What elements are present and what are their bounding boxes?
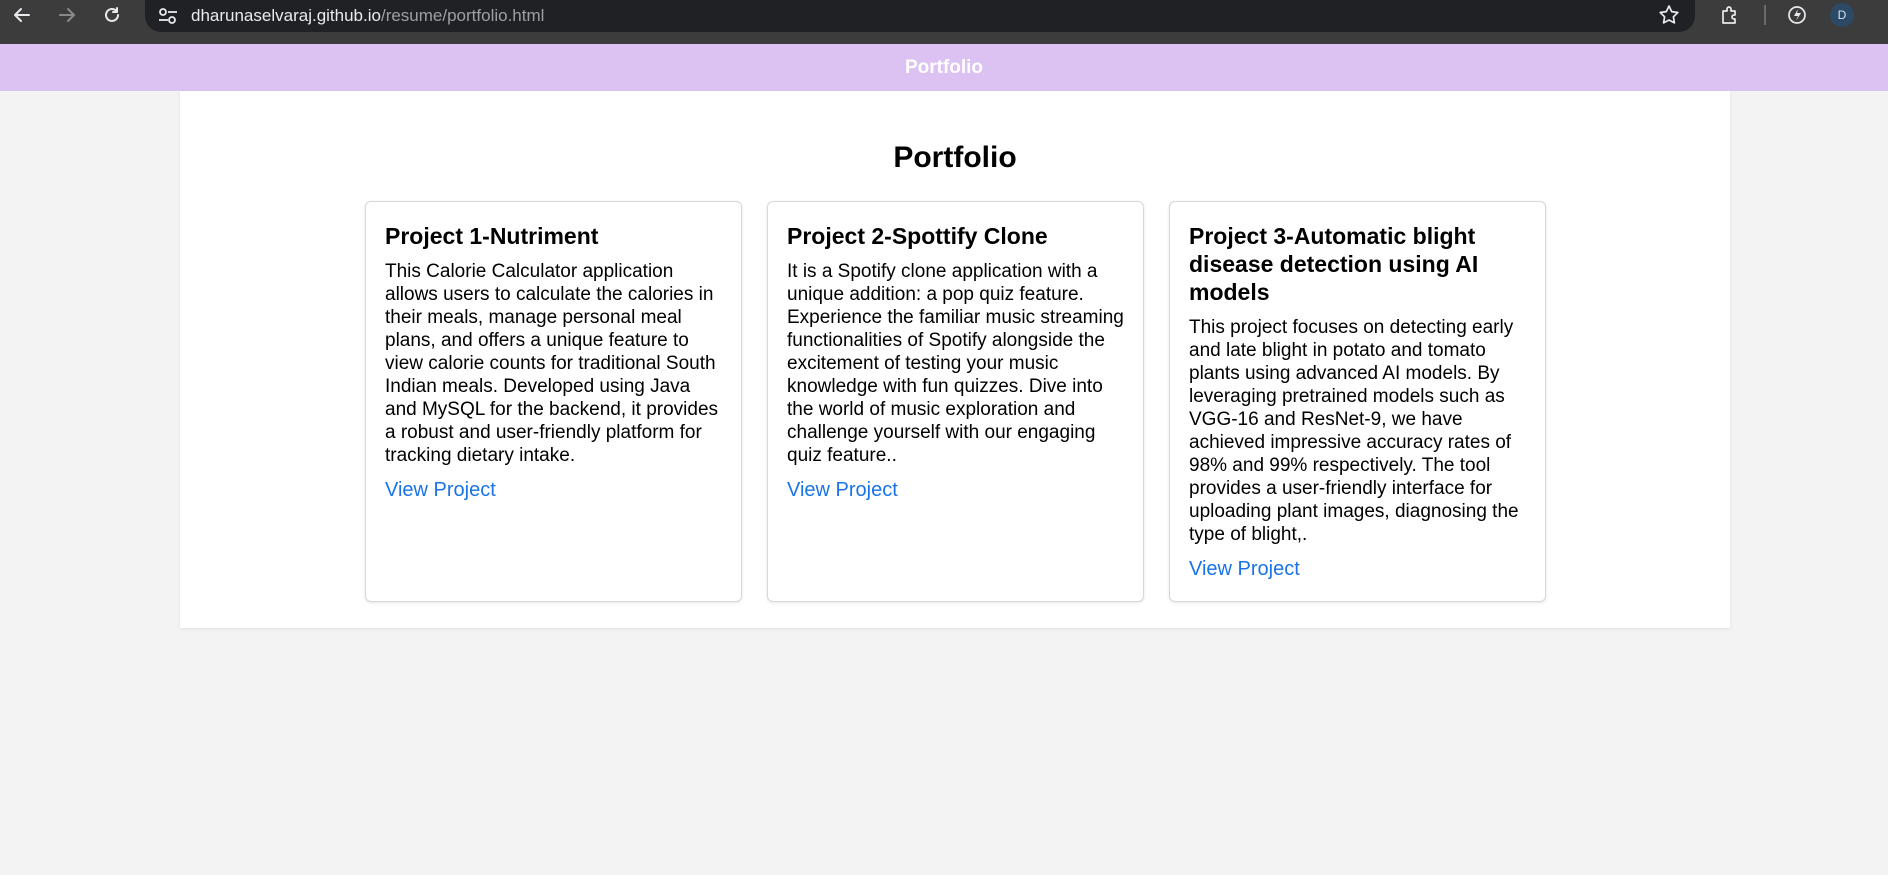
- header-title: Portfolio: [904, 56, 984, 78]
- url-path: /resume/portfolio.html: [380, 6, 545, 25]
- project-description: This project focuses on detecting early …: [1189, 317, 1519, 545]
- portfolio-section: Portfolio Project 1-Nutriment This Calor…: [180, 91, 1730, 628]
- project-title: Project 3-Automatic blight disease detec…: [1189, 223, 1479, 305]
- back-arrow-icon: [14, 8, 30, 22]
- project-description: This Calorie Calculator application allo…: [385, 261, 719, 466]
- back-button[interactable]: [2, 0, 42, 30]
- site-header: Portfolio: [0, 44, 1888, 91]
- forward-button[interactable]: [47, 0, 87, 30]
- extensions-button[interactable]: [1718, 3, 1742, 27]
- project-description: It is a Spotify clone application with a…: [787, 261, 1124, 466]
- puzzle-icon: [1722, 6, 1736, 24]
- tune-icon: [159, 8, 177, 24]
- project-cards: Project 1-Nutriment This Calorie Calcula…: [365, 201, 1546, 602]
- reload-button[interactable]: [92, 0, 132, 30]
- view-project-link[interactable]: View Project: [385, 478, 496, 502]
- profile-avatar[interactable]: D: [1830, 3, 1854, 27]
- performance-button[interactable]: [1785, 3, 1809, 27]
- project-title: Project 1-Nutriment: [385, 223, 599, 249]
- view-project-link[interactable]: View Project: [1189, 557, 1300, 581]
- project-card: Project 2-Spottify Clone It is a Spotify…: [767, 201, 1144, 602]
- reload-icon: [105, 7, 119, 22]
- project-card: Project 3-Automatic blight disease detec…: [1169, 201, 1546, 602]
- view-project-link[interactable]: View Project: [787, 478, 898, 502]
- browser-toolbar: dharunaselvaraj.github.io/resume/portfol…: [0, 0, 1888, 44]
- url-host: dharunaselvaraj.github.io: [191, 6, 381, 25]
- address-bar[interactable]: dharunaselvaraj.github.io/resume/portfol…: [145, 0, 1695, 32]
- toolbar-divider: [1764, 5, 1766, 25]
- url-text[interactable]: dharunaselvaraj.github.io/resume/portfol…: [191, 6, 544, 26]
- project-card: Project 1-Nutriment This Calorie Calcula…: [365, 201, 742, 602]
- bookmark-button[interactable]: [1657, 3, 1681, 27]
- performance-icon: [1788, 6, 1806, 24]
- site-info-button[interactable]: [157, 6, 179, 26]
- project-title: Project 2-Spottify Clone: [787, 223, 1048, 249]
- star-icon: [1659, 5, 1679, 24]
- forward-arrow-icon: [59, 8, 75, 22]
- page-title: Portfolio: [893, 141, 1017, 174]
